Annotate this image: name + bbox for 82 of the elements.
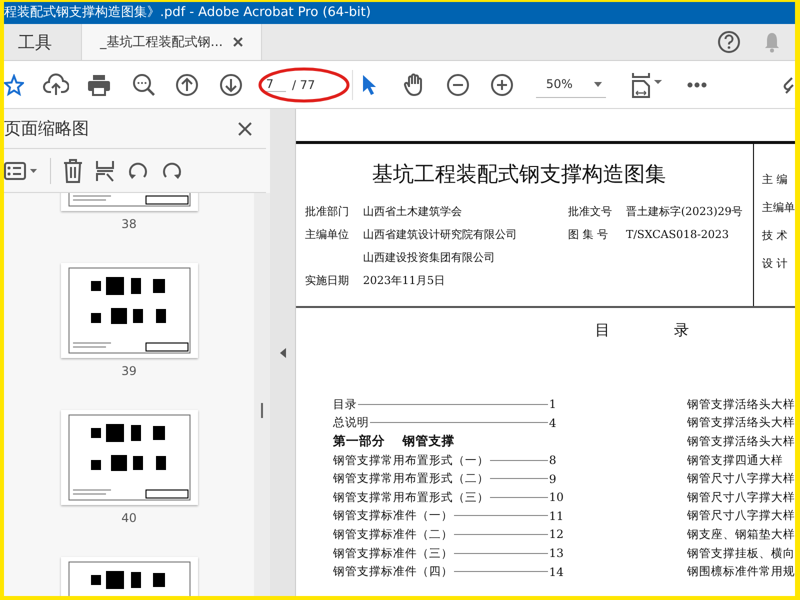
page-number: 1 <box>549 397 558 412</box>
heading-text: 录 <box>674 321 689 340</box>
page-number: 39 <box>121 364 137 379</box>
page-number: 4 <box>549 416 558 430</box>
toc-entry-title: 总说明 <box>333 415 369 430</box>
page-number: 9 <box>549 472 558 486</box>
field-value: 山西建设投资集团有限公司 <box>363 250 496 265</box>
field-value: 晋土建标字(2023)29号 <box>626 204 743 219</box>
zoom-out-icon[interactable] <box>447 74 469 96</box>
fit-page-icon[interactable] <box>631 72 663 98</box>
field-label: 主编单 <box>762 200 795 215</box>
trash-icon[interactable] <box>63 158 83 182</box>
field-value: 山西省建筑设计研究院有限公司 <box>363 227 518 242</box>
toc-entry-title: 钢管尺寸八字撑大样 <box>687 490 795 505</box>
scrollbar[interactable] <box>254 193 270 596</box>
leader-line <box>490 478 548 480</box>
field-label: 主编单位 <box>305 227 350 242</box>
toc-entry-title: 钢管尺寸八字撑大样 <box>687 471 795 486</box>
document-title: 基坑工程装配式钢支撑构造图集 <box>371 161 667 188</box>
leader-line <box>490 496 548 498</box>
field-value: 山西省土木建筑学会 <box>363 204 463 219</box>
page-number: 12 <box>549 527 562 542</box>
toc-entry-title: 钢管支撑标准件（四） <box>333 564 453 580</box>
page-break-icon[interactable] <box>95 160 115 182</box>
toc-entry-title: 钢管支撑活络头大样 <box>687 396 795 412</box>
toc-entry-title: 钢管支撑标准件（一） <box>333 508 453 524</box>
section-heading: 第一部分 钢管支撑 <box>333 432 454 450</box>
document-tab[interactable]: _基坑工程装配式钢... <box>82 24 262 60</box>
panel-title: 页面缩略图 <box>4 118 89 140</box>
zoom-dropdown[interactable]: 50% <box>536 72 606 98</box>
star-icon[interactable] <box>4 74 24 96</box>
help-icon[interactable] <box>717 30 741 54</box>
page-number: 10 <box>549 490 562 504</box>
toc-entry-title: 钢管支撑标准件（二） <box>333 526 453 542</box>
field-value: 2023年11月5日 <box>363 273 446 288</box>
close-icon[interactable] <box>238 122 252 136</box>
field-label: 主 编 <box>762 172 788 187</box>
caret-icon <box>594 82 602 86</box>
toc-entry-title: 钢管支撑常用布置形式（二） <box>333 471 489 486</box>
page-number: 38 <box>121 217 137 232</box>
zoom-in-icon[interactable] <box>491 74 513 96</box>
page-thumbnail-drawing[interactable] <box>60 263 198 358</box>
hand-icon[interactable] <box>403 72 425 96</box>
toc-entry-title: 钢管支撑四通大样 <box>687 452 783 468</box>
magnifier-icon[interactable] <box>132 72 156 96</box>
more-icon[interactable] <box>687 82 707 88</box>
toc-entry-title: 钢管支撑活络头大样 <box>687 434 795 449</box>
cloud-upload-icon[interactable] <box>43 72 69 96</box>
page-count: / 77 <box>292 78 316 92</box>
field-label: 技 术 <box>762 228 788 243</box>
field-label: 设 计 <box>762 256 788 271</box>
field-label: 图 集 号 <box>568 227 609 242</box>
page-number: 8 <box>549 453 558 468</box>
field-value: T/SXCAS018-2023 <box>626 228 729 241</box>
page-number: 40 <box>121 511 137 526</box>
toc-entry-title: 钢支座、钢箱垫大样 <box>687 526 795 542</box>
page-number: 11 <box>549 508 562 523</box>
rotate-right-icon[interactable] <box>161 160 183 182</box>
toc-entry-title: 钢管支撑常用布置形式（三） <box>333 490 489 505</box>
toc-entry-title: 钢管支撑挂板、横向 <box>687 546 795 561</box>
window-title: 程装配式钢支撑构造图集》.pdf - Adobe Acrobat Pro (64-bit) <box>4 5 371 20</box>
printer-icon[interactable] <box>87 74 111 96</box>
toc-entry-title: 钢围檩标准件常用规 <box>687 564 795 580</box>
field-label: 批准部门 <box>305 204 350 219</box>
toc-entry-title: 钢管尺寸八字撑大样 <box>687 508 795 524</box>
pointer-icon[interactable] <box>361 74 377 96</box>
page-number: 13 <box>549 546 562 560</box>
heading-text: 目 <box>595 321 610 340</box>
page-thumbnail-drawing[interactable] <box>60 410 198 505</box>
rotate-left-icon[interactable] <box>127 160 149 182</box>
list-options-icon[interactable] <box>4 162 38 180</box>
close-icon[interactable] <box>232 37 243 47</box>
triangle-left-icon[interactable] <box>280 348 286 358</box>
field-label: 批准文号 <box>568 204 613 219</box>
toc-entry-title: 钢管支撑标准件（三） <box>333 546 453 561</box>
leader-line <box>490 460 548 461</box>
toc-entry-title: 钢管支撑常用布置形式（一） <box>333 452 489 468</box>
toc-entry-title: 钢管支撑活络头大样 <box>687 415 795 430</box>
page-number: 14 <box>549 564 562 579</box>
field-label: 实施日期 <box>305 273 350 288</box>
toc-entry-title: 目录 <box>333 396 357 412</box>
page-number-field[interactable]: 7 <box>264 77 286 92</box>
